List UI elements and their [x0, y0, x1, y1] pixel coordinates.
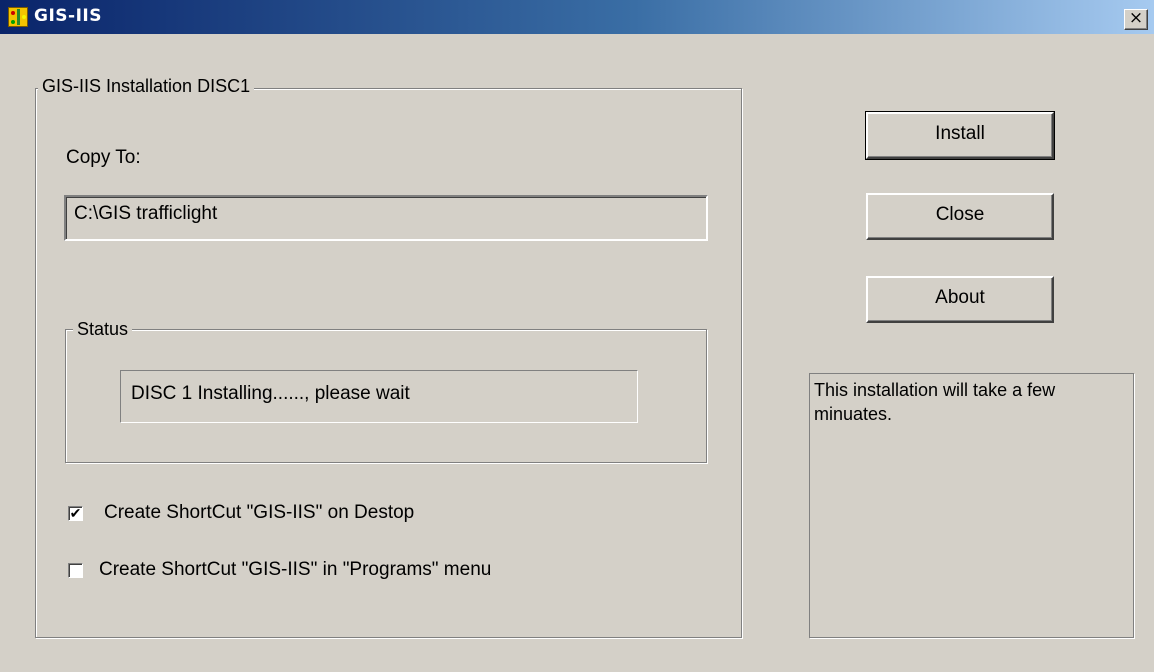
status-text-box: DISC 1 Installing......, please wait [120, 370, 638, 423]
traffic-light-icon [8, 7, 28, 27]
desktop-shortcut-checkbox[interactable]: ✔ [68, 506, 83, 521]
install-button[interactable]: Install [865, 111, 1055, 160]
programs-shortcut-checkbox[interactable] [68, 563, 83, 578]
installation-group-legend: GIS-IIS Installation DISC1 [38, 76, 255, 96]
info-message-box: This installation will take a few minuat… [809, 373, 1134, 638]
programs-shortcut-label[interactable]: Create ShortCut "GIS-IIS" in "Programs" … [99, 559, 491, 581]
copy-to-path-input[interactable]: C:\GIS trafficlight [64, 195, 708, 241]
window-title: GIS-IIS [34, 6, 102, 26]
checkmark-icon: ✔ [69, 505, 82, 521]
desktop-shortcut-label[interactable]: Create ShortCut "GIS-IIS" on Destop [104, 502, 414, 524]
copy-to-label: Copy To: [66, 147, 141, 168]
close-button[interactable]: Close [866, 193, 1054, 240]
close-icon: × [1128, 8, 1144, 28]
close-window-button[interactable]: × [1124, 9, 1148, 30]
status-group-legend: Status [73, 319, 133, 339]
about-button[interactable]: About [866, 276, 1054, 323]
title-bar: GIS-IIS [0, 0, 1154, 34]
